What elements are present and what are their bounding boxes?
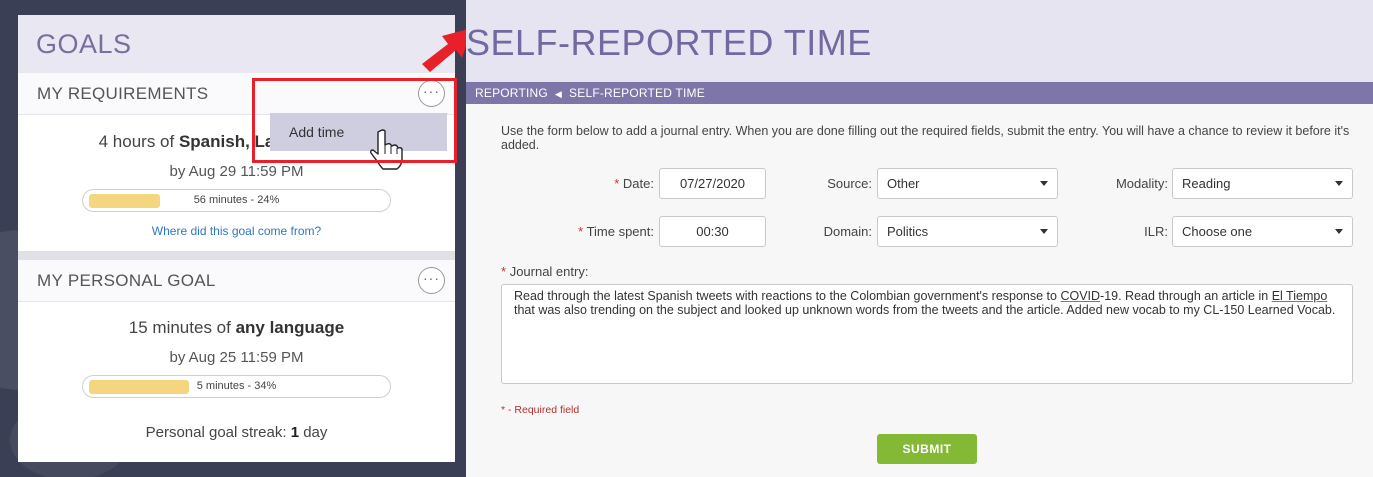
ilr-value: Choose one	[1182, 224, 1253, 239]
personal-goal-more-button[interactable]: ···	[418, 267, 445, 294]
page-header: SELF-REPORTED TIME	[466, 0, 1373, 82]
personal-goal-due-date: by Aug 25 11:59 PM	[169, 349, 304, 366]
goal-streak: Personal goal streak: 1 day	[18, 424, 455, 441]
goal-language: any language	[235, 318, 345, 337]
goal-amount: 4 hours of	[98, 132, 179, 151]
submit-button[interactable]: SUBMIT	[877, 434, 977, 464]
ilr-label: ILR:	[1144, 224, 1168, 239]
domain-value: Politics	[887, 224, 929, 239]
breadcrumb-current: SELF-REPORTED TIME	[569, 86, 705, 100]
source-label: Source:	[827, 176, 872, 191]
chevron-down-icon	[1335, 229, 1343, 234]
streak-label: Personal goal streak:	[145, 424, 291, 441]
source-value: Other	[887, 176, 920, 191]
chevron-down-icon	[1335, 181, 1343, 186]
goal-origin-link[interactable]: Where did this goal come from?	[18, 224, 455, 238]
time-spent-label: * Time spent:	[578, 224, 654, 239]
modality-value: Reading	[1182, 176, 1231, 191]
domain-select[interactable]: Politics	[877, 216, 1058, 247]
personal-goal: 15 minutes of any language by Aug 25 11:…	[18, 302, 455, 441]
date-label: * Date:	[614, 176, 654, 191]
streak-value: 1	[290, 424, 300, 441]
modality-label: Modality:	[1115, 176, 1168, 191]
form-instructions: Use the form below to add a journal entr…	[501, 124, 1350, 152]
page-title: SELF-REPORTED TIME	[466, 22, 872, 63]
modality-select[interactable]: Reading	[1172, 168, 1353, 199]
personal-progress-text: 5 minutes - 34%	[196, 380, 277, 392]
journal-form: Use the form below to add a journal entr…	[466, 104, 1373, 477]
breadcrumb-separator-icon: ◀	[554, 89, 563, 99]
my-personal-goal-title: MY PERSONAL GOAL	[37, 270, 216, 290]
time-spent-input[interactable]: 00:30	[659, 216, 766, 247]
streak-unit: day	[299, 424, 328, 441]
chevron-down-icon	[1040, 229, 1048, 234]
my-requirements-title: MY REQUIREMENTS	[37, 83, 209, 103]
journal-entry-label: * Journal entry:	[501, 264, 589, 279]
goals-header: GOALS	[18, 15, 455, 73]
goal-amount: 15 minutes of	[128, 318, 236, 337]
source-select[interactable]: Other	[877, 168, 1058, 199]
my-personal-goal-header: MY PERSONAL GOAL ···	[18, 260, 455, 302]
ilr-select[interactable]: Choose one	[1172, 216, 1353, 247]
requirement-progress-text: 56 minutes - 24%	[193, 194, 280, 206]
breadcrumb: REPORTING ◀ SELF-REPORTED TIME	[466, 82, 1373, 104]
date-input[interactable]: 07/27/2020	[659, 168, 766, 199]
domain-label: Domain:	[823, 224, 872, 239]
required-field-note: * - Required field	[501, 404, 580, 416]
personal-progress-bar: 5 minutes - 34%	[82, 375, 391, 398]
requirement-progress-bar: 56 minutes - 24%	[82, 189, 391, 212]
section-divider	[18, 251, 455, 260]
annotation-highlight-box	[252, 78, 457, 163]
goals-title: GOALS	[36, 28, 132, 59]
journal-entry-textarea[interactable]: Read through the latest Spanish tweets w…	[501, 284, 1353, 384]
chevron-down-icon	[1040, 181, 1048, 186]
personal-goal-text: 15 minutes of any language	[18, 318, 455, 338]
breadcrumb-reporting[interactable]: REPORTING	[475, 86, 548, 100]
